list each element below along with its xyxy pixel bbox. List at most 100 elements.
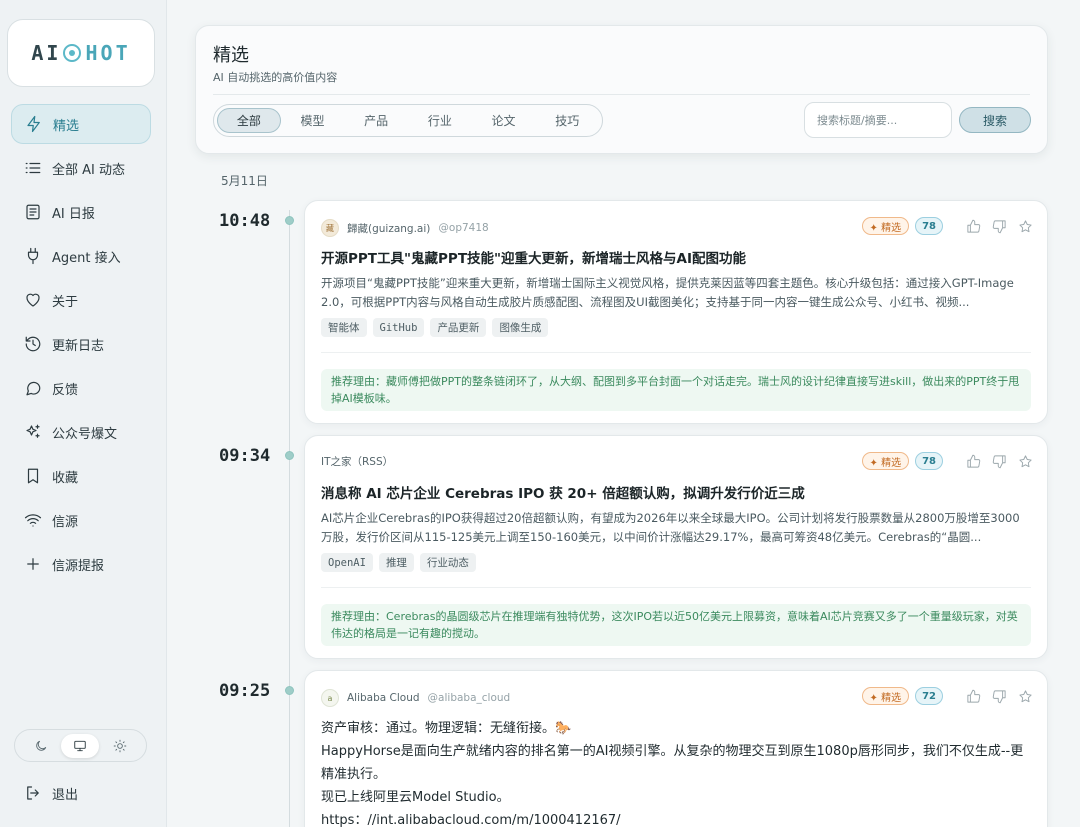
tag[interactable]: 推理 — [378, 553, 414, 572]
tag[interactable]: 图像生成 — [492, 318, 549, 337]
timeline-dot — [285, 686, 294, 695]
source-name[interactable]: IT之家（RSS） — [321, 454, 393, 469]
item-time: 09:25 — [219, 681, 271, 701]
card-tags: OpenAI 推理 行业动态 — [321, 553, 482, 572]
logout-button[interactable]: 退出 — [11, 773, 151, 813]
card-summary: AI芯片企业Cerebras的IPO获得超过20倍超额认购，有望成为2026年以… — [321, 511, 1020, 544]
page-title: 精选 — [213, 45, 249, 66]
brand-logo[interactable]: AI HOT — [7, 19, 155, 87]
sidebar-item-all-news[interactable]: 全部 AI 动态 — [11, 148, 151, 188]
plug-icon — [23, 246, 43, 266]
lightning-icon — [24, 114, 44, 134]
logo-text-hot: HOT — [85, 41, 131, 65]
source-handle: @op7418 — [438, 222, 489, 234]
sidebar-item-feedback[interactable]: 反馈 — [11, 368, 151, 408]
card-divider — [321, 587, 1031, 588]
thumbs-down-icon[interactable] — [991, 688, 1007, 704]
tag[interactable]: GitHub — [372, 318, 425, 337]
recommend-reason: 推荐理由：藏师傅把做PPT的整条链闭环了，从大纲、配图到多平台封面一个对话走完。… — [321, 369, 1031, 411]
tab-industry[interactable]: 行业 — [408, 108, 472, 133]
newspaper-icon — [23, 202, 43, 222]
list-icon — [23, 158, 43, 178]
post-body: 资产审核：通过。物理逻辑：无缝衔接。🐎 HappyHorse是面向生产就绪内容的… — [321, 717, 1031, 827]
page-header: 精选 AI 自动挑选的高价值内容 全部 模型 产品 行业 论文 技巧 搜索 — [195, 25, 1048, 154]
featured-badge: ✦ 精选 — [861, 452, 910, 470]
timeline-dot — [285, 451, 294, 460]
sidebar-item-about[interactable]: 关于 — [11, 280, 151, 320]
card-badges: ✦ 精选 78 — [861, 217, 1033, 235]
tab-tips[interactable]: 技巧 — [535, 108, 599, 133]
card-source: a Alibaba Cloud @alibaba_cloud — [321, 689, 510, 707]
featured-badge: ✦ 精选 — [861, 687, 910, 705]
card-source: 藏 歸藏(guizang.ai) @op7418 — [321, 219, 489, 237]
light-mode-icon[interactable] — [101, 734, 139, 758]
thumbs-down-icon[interactable] — [991, 453, 1007, 469]
avatar: 藏 — [321, 219, 339, 237]
sidebar-item-label: AI 日报 — [52, 206, 95, 222]
news-card[interactable]: 藏 歸藏(guizang.ai) @op7418 ✦ 精选 78 开源PPT工具… — [304, 200, 1048, 424]
bookmark-icon — [23, 466, 43, 486]
system-mode-icon[interactable] — [61, 733, 100, 758]
tab-models[interactable]: 模型 — [281, 108, 345, 133]
sidebar-item-daily[interactable]: AI 日报 — [11, 192, 151, 232]
sidebar: AI HOT 精选 全部 AI 动态 AI 日报 Agent 接入 关于 更新日… — [0, 0, 167, 827]
sidebar-item-label: 收藏 — [52, 470, 79, 486]
sidebar-item-favorites[interactable]: 收藏 — [11, 456, 151, 496]
sidebar-item-label: 信源 — [52, 514, 79, 530]
card-source: IT之家（RSS） — [321, 454, 401, 469]
sidebar-item-wechat-hits[interactable]: 公众号爆文 — [11, 412, 151, 452]
search-button[interactable]: 搜索 — [959, 107, 1031, 133]
sidebar-item-submit-source[interactable]: 信源提报 — [11, 544, 151, 584]
chat-icon — [23, 378, 43, 398]
news-card[interactable]: a Alibaba Cloud @alibaba_cloud ✦ 精选 72 资… — [304, 670, 1048, 827]
sidebar-item-label: 信源提报 — [52, 558, 105, 574]
search-input[interactable] — [804, 102, 952, 138]
card-title[interactable]: 开源PPT工具"鬼藏PPT技能"迎重大更新，新增瑞士风格与AI配图功能 — [321, 247, 1031, 267]
star-icon[interactable] — [1017, 218, 1033, 234]
timeline-line — [289, 210, 290, 827]
tag[interactable]: 行业动态 — [419, 553, 476, 572]
logout-icon — [23, 783, 43, 803]
dark-mode-icon[interactable] — [22, 734, 60, 758]
post-line: 资产审核：通过。物理逻辑：无缝衔接。🐎 — [321, 721, 572, 736]
thumbs-up-icon[interactable] — [965, 218, 981, 234]
tag[interactable]: OpenAI — [321, 553, 373, 572]
news-card[interactable]: IT之家（RSS） ✦ 精选 78 消息称 AI 芯片企业 Cerebras I… — [304, 435, 1048, 659]
logo-text-ai: AI — [31, 41, 62, 65]
source-handle: @alibaba_cloud — [427, 692, 511, 704]
sparkles-icon — [23, 422, 43, 442]
sidebar-item-sources[interactable]: 信源 — [11, 500, 151, 540]
post-link[interactable]: https：//int.alibabacloud.com/m/100041216… — [321, 809, 1031, 827]
card-title[interactable]: 消息称 AI 芯片企业 Cerebras IPO 获 20+ 倍超额认购，拟调升… — [321, 482, 1031, 502]
tab-products[interactable]: 产品 — [344, 108, 408, 133]
logout-label: 退出 — [52, 787, 79, 803]
thumbs-down-icon[interactable] — [991, 218, 1007, 234]
tab-all[interactable]: 全部 — [217, 108, 281, 133]
tab-papers[interactable]: 论文 — [472, 108, 536, 133]
sidebar-item-changelog[interactable]: 更新日志 — [11, 324, 151, 364]
thumbs-up-icon[interactable] — [965, 453, 981, 469]
thumbs-up-icon[interactable] — [965, 688, 981, 704]
header-divider — [213, 94, 1030, 95]
source-name[interactable]: 歸藏(guizang.ai) — [347, 221, 430, 236]
item-time: 09:34 — [219, 446, 271, 466]
featured-badge: ✦ 精选 — [861, 217, 910, 235]
source-name[interactable]: Alibaba Cloud — [347, 692, 420, 704]
page-subtitle: AI 自动挑选的高价值内容 — [213, 71, 338, 84]
theme-toggle — [14, 729, 147, 762]
star-icon[interactable] — [1017, 688, 1033, 704]
feed-date: 5月11日 — [221, 174, 268, 188]
sidebar-item-label: 关于 — [52, 294, 79, 310]
tag[interactable]: 产品更新 — [430, 318, 487, 337]
sidebar-item-agent[interactable]: Agent 接入 — [11, 236, 151, 276]
sidebar-item-featured[interactable]: 精选 — [11, 104, 151, 144]
sidebar-item-label: 反馈 — [52, 382, 79, 398]
history-icon — [23, 334, 43, 354]
sidebar-item-label: 更新日志 — [52, 338, 105, 354]
item-time: 10:48 — [219, 211, 271, 231]
recommend-reason: 推荐理由：Cerebras的晶圆级芯片在推理端有独特优势，这次IPO若以近50亿… — [321, 604, 1031, 646]
sidebar-item-label: 精选 — [53, 118, 80, 134]
tag[interactable]: 智能体 — [321, 318, 367, 337]
star-icon[interactable] — [1017, 453, 1033, 469]
card-summary: 开源项目“鬼藏PPT技能”迎来重大更新，新增瑞士国际主义视觉风格，提供克莱因蓝等… — [321, 276, 1014, 309]
